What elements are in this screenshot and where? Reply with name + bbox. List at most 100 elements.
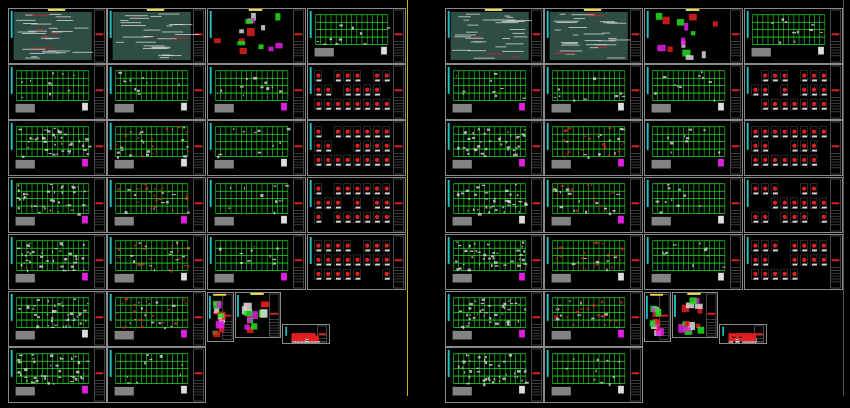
sheet-drawing xyxy=(746,178,841,232)
drawing-sheet-notes[interactable] xyxy=(544,8,643,64)
sheet-drawing xyxy=(746,235,841,289)
drawing-sheet-plan-red[interactable] xyxy=(544,234,643,290)
drawing-sheet-plan-red[interactable] xyxy=(107,234,206,290)
sheet-drawing xyxy=(208,293,233,340)
sheet-drawing xyxy=(645,293,670,340)
sheet-drawing xyxy=(309,9,404,63)
drawing-sheet-plan[interactable] xyxy=(544,347,643,403)
sheet-drawing xyxy=(546,121,641,175)
drawing-sheet-plan-dense[interactable] xyxy=(445,177,544,233)
drawing-sheet-sections[interactable] xyxy=(307,64,406,120)
drawing-sheet-plan-dense[interactable] xyxy=(445,234,544,290)
sheet-drawing xyxy=(546,178,641,232)
sheet-drawing xyxy=(109,9,204,63)
sheet-drawing xyxy=(546,292,641,346)
sheet-drawing xyxy=(447,235,542,289)
sheet-drawing xyxy=(209,178,304,232)
sheet-drawing xyxy=(746,65,841,119)
sheet-drawing xyxy=(109,292,204,346)
sheet-drawing xyxy=(209,9,304,63)
drawing-sheet-plan-dense[interactable] xyxy=(445,291,544,347)
drawing-sheet-plan-red[interactable] xyxy=(107,291,206,347)
sheet-drawing xyxy=(309,65,404,119)
sheet-drawing xyxy=(646,235,741,289)
sheet-drawing xyxy=(646,178,741,232)
drawing-sheet-table-small[interactable] xyxy=(719,324,767,344)
drawing-sheet-plan-dense[interactable] xyxy=(8,120,107,176)
sheet-drawing xyxy=(646,121,741,175)
sheet-drawing xyxy=(236,293,280,337)
sheet-drawing xyxy=(109,178,204,232)
drawing-sheet-plan[interactable] xyxy=(644,234,743,290)
frame-border-left xyxy=(407,0,408,396)
drawing-sheet-stair-small[interactable] xyxy=(207,292,234,342)
drawing-sheet-plan[interactable] xyxy=(644,64,743,120)
sheet-drawing xyxy=(209,235,304,289)
drawing-sheet-plan[interactable] xyxy=(207,64,306,120)
sheet-drawing xyxy=(546,65,641,119)
drawing-sheet-stair-medium[interactable] xyxy=(235,292,281,338)
sheet-drawing xyxy=(546,235,641,289)
drawing-sheet-plan-red[interactable] xyxy=(107,177,206,233)
drawing-sheet-sections[interactable] xyxy=(307,177,406,233)
drawing-sheet-plan[interactable] xyxy=(644,177,743,233)
sheet-drawing xyxy=(309,121,404,175)
drawing-sheet-details[interactable] xyxy=(207,8,306,64)
sheet-drawing xyxy=(109,121,204,175)
sheet-drawing xyxy=(10,348,105,402)
drawing-sheet-stair-medium[interactable] xyxy=(672,292,718,338)
drawing-sheet-plan[interactable] xyxy=(107,347,206,403)
sheet-drawing xyxy=(109,348,204,402)
drawing-sheet-plan[interactable] xyxy=(107,64,206,120)
sheet-drawing xyxy=(285,325,327,343)
drawing-set-left xyxy=(0,0,406,408)
sheet-drawing xyxy=(447,292,542,346)
drawing-sheet-plan[interactable] xyxy=(644,120,743,176)
drawing-sheet-sections[interactable] xyxy=(744,177,843,233)
drawing-sheet-plan[interactable] xyxy=(445,64,544,120)
drawing-sheet-plan[interactable] xyxy=(544,64,643,120)
drawing-sheet-plan-dense[interactable] xyxy=(8,291,107,347)
drawing-sheet-stair-small[interactable] xyxy=(644,292,671,342)
drawing-sheet-sections[interactable] xyxy=(307,234,406,290)
drawing-sheet-notes[interactable] xyxy=(107,8,206,64)
sheet-drawing xyxy=(109,235,204,289)
drawing-sheet-sections[interactable] xyxy=(744,234,843,290)
drawing-sheet-plan[interactable] xyxy=(307,8,406,64)
drawing-sheet-plan[interactable] xyxy=(8,64,107,120)
sheet-drawing xyxy=(447,9,542,63)
drawing-sheet-plan-red[interactable] xyxy=(107,120,206,176)
sheet-drawing xyxy=(10,178,105,232)
sheet-drawing xyxy=(10,235,105,289)
drawing-sheet-details[interactable] xyxy=(644,8,743,64)
drawing-sheet-plan-red[interactable] xyxy=(544,177,643,233)
sheet-drawing xyxy=(546,9,641,63)
sheet-drawing xyxy=(309,235,404,289)
sheet-drawing xyxy=(309,178,404,232)
drawing-sheet-plan-red[interactable] xyxy=(544,291,643,347)
drawing-sheet-plan[interactable] xyxy=(207,177,306,233)
sheet-drawing xyxy=(447,121,542,175)
drawing-sheet-notes[interactable] xyxy=(8,8,107,64)
sheet-drawing xyxy=(673,293,717,337)
drawing-sheet-sections[interactable] xyxy=(744,64,843,120)
drawing-sheet-plan[interactable] xyxy=(744,8,843,64)
drawing-sheet-plan[interactable] xyxy=(207,234,306,290)
drawing-sheet-plan-dense[interactable] xyxy=(8,347,107,403)
drawing-sheet-plan-red[interactable] xyxy=(544,120,643,176)
drawing-sheet-plan-dense[interactable] xyxy=(445,347,544,403)
drawing-sheet-sections[interactable] xyxy=(744,120,843,176)
drawing-sheet-plan-dense[interactable] xyxy=(8,234,107,290)
sheet-drawing xyxy=(10,292,105,346)
drawing-sheet-plan-dense[interactable] xyxy=(8,177,107,233)
drawing-sheet-sections[interactable] xyxy=(307,120,406,176)
drawing-sheet-plan-dense[interactable] xyxy=(445,120,544,176)
sheet-drawing xyxy=(209,121,304,175)
drawing-sheet-plan[interactable] xyxy=(207,120,306,176)
sheet-drawing xyxy=(10,121,105,175)
sheet-drawing xyxy=(10,65,105,119)
drawing-sheet-table-small[interactable] xyxy=(282,324,330,344)
drawing-sheet-notes[interactable] xyxy=(445,8,544,64)
sheet-drawing xyxy=(722,325,764,343)
sheet-drawing xyxy=(447,348,542,402)
